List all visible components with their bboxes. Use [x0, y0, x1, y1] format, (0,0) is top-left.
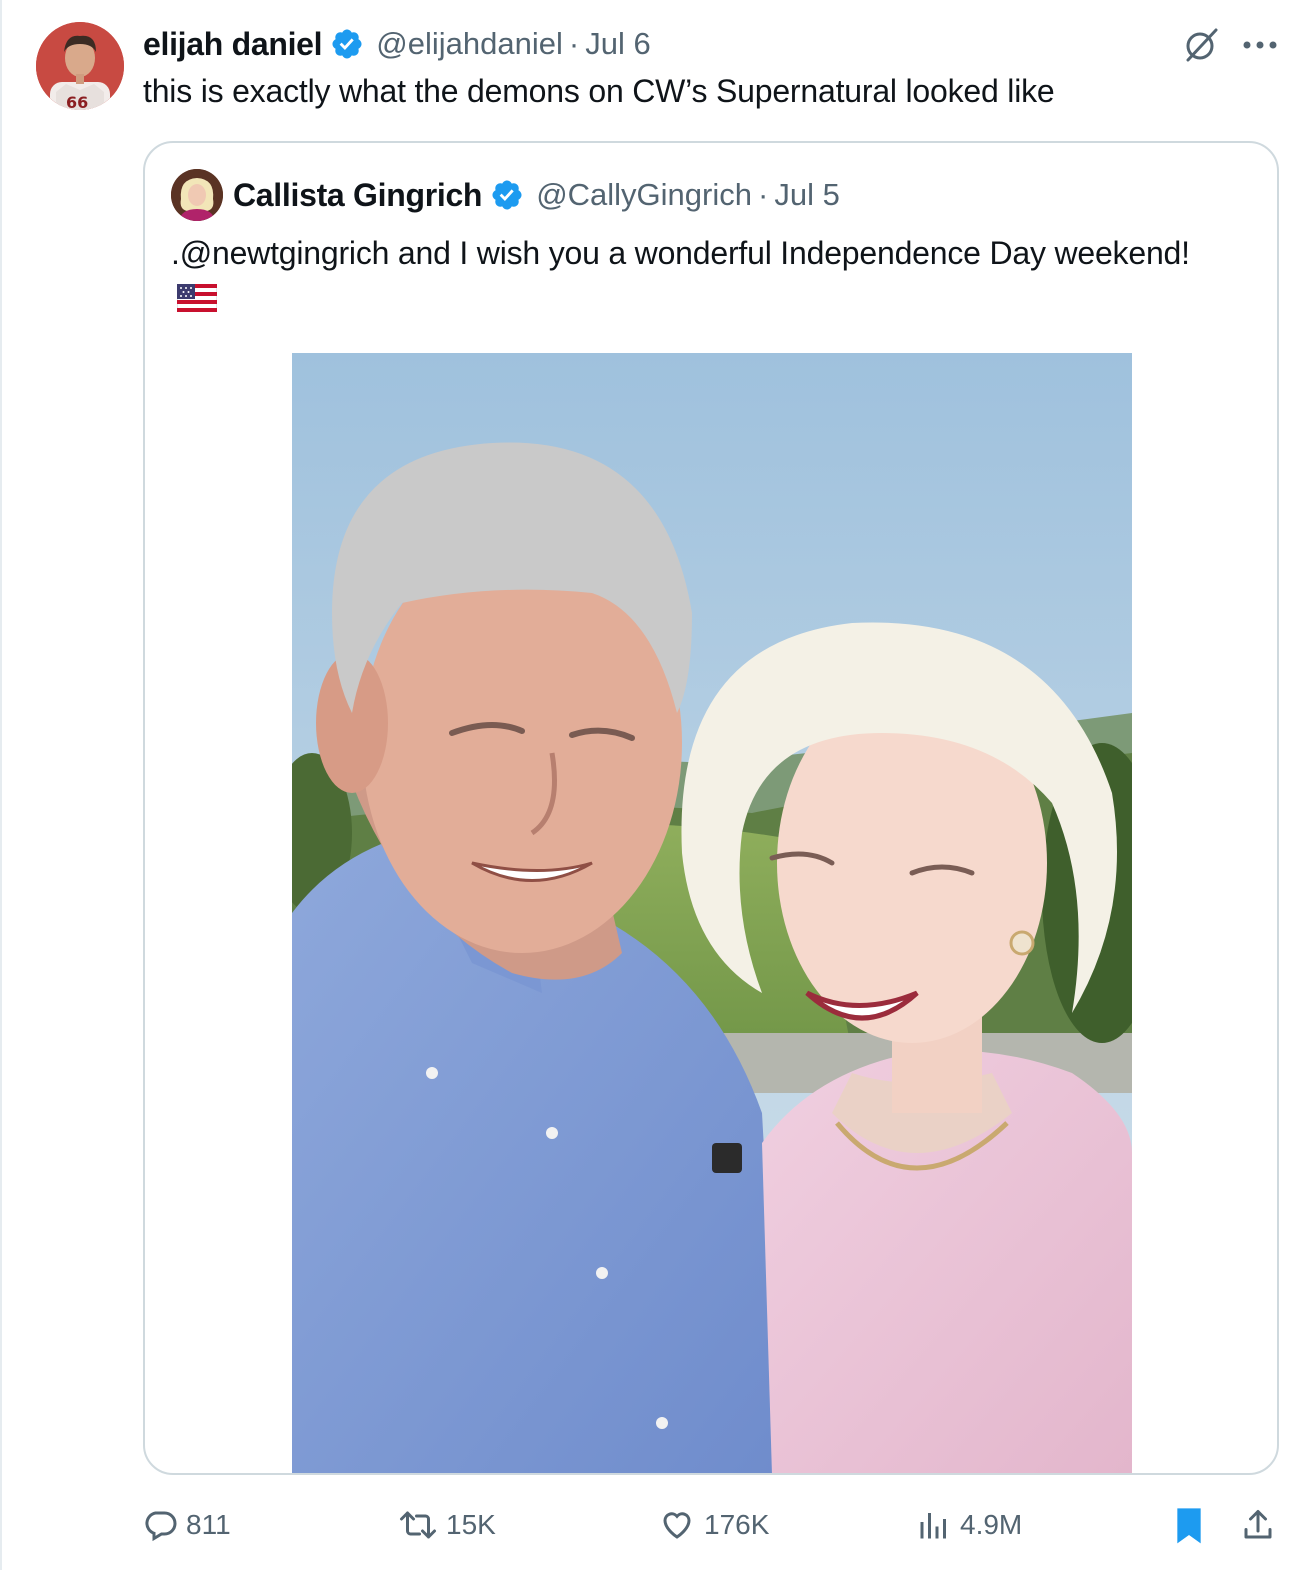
retweet-button[interactable]: 15K — [398, 1500, 496, 1550]
quoted-tweet-date[interactable]: Jul 5 — [774, 177, 839, 213]
quoted-header-separator: · — [758, 177, 769, 212]
reply-button[interactable]: 811 — [142, 1500, 231, 1550]
views-button[interactable]: 4.9M — [916, 1500, 1022, 1550]
author-display-name[interactable]: elijah daniel — [143, 26, 323, 63]
quoted-author-display-name[interactable]: Callista Gingrich — [233, 177, 482, 214]
verified-badge-icon — [330, 27, 364, 61]
quoted-author-avatar[interactable] — [171, 169, 223, 221]
share-button[interactable] — [1240, 1500, 1276, 1550]
tweet-header: elijah daniel @elijahdaniel · Jul 6 — [143, 24, 651, 64]
retweet-count: 15K — [446, 1509, 496, 1540]
tweet-action-bar: 811 15K 176K 4.9M — [0, 1500, 1310, 1550]
share-icon — [1240, 1506, 1276, 1544]
quoted-tweet-text: .@newtgingrich and I wish you a wonderfu… — [171, 235, 1190, 271]
more-icon[interactable] — [1236, 24, 1284, 66]
reply-icon — [142, 1507, 178, 1543]
reply-count: 811 — [186, 1509, 231, 1540]
like-button[interactable]: 176K — [658, 1500, 769, 1550]
quoted-tweet-card[interactable]: Callista Gingrich @CallyGingrich · Jul 5… — [143, 141, 1279, 1475]
tweet-text: this is exactly what the demons on CW’s … — [143, 73, 1055, 109]
selfie-photo[interactable] — [292, 353, 1132, 1473]
like-count: 176K — [704, 1509, 770, 1540]
view-count: 4.9M — [960, 1509, 1023, 1540]
quoted-tweet-header: Callista Gingrich @CallyGingrich · Jul 5 — [233, 173, 840, 217]
grok-icon[interactable] — [1178, 24, 1224, 66]
verified-badge-icon — [490, 178, 524, 212]
us-flag-emoji — [176, 279, 218, 313]
svg-text:66: 66 — [66, 93, 88, 110]
author-handle[interactable]: @elijahdaniel — [376, 26, 563, 62]
quoted-tweet-text-block: .@newtgingrich and I wish you a wonderfu… — [171, 231, 1231, 319]
header-separator: · — [568, 26, 580, 61]
quoted-author-handle[interactable]: @CallyGingrich — [536, 177, 752, 213]
bookmark-button[interactable] — [1172, 1500, 1206, 1550]
heart-icon — [658, 1507, 696, 1543]
timeline-rule — [0, 0, 2, 1570]
tweet-date[interactable]: Jul 6 — [585, 26, 650, 62]
views-chart-icon — [916, 1507, 952, 1543]
author-avatar[interactable]: 66 — [36, 22, 124, 110]
retweet-icon — [398, 1507, 438, 1543]
bookmark-icon — [1172, 1505, 1206, 1545]
tweet-page: 66 elijah daniel @elijahdaniel · Jul 6 t… — [0, 0, 1310, 1570]
